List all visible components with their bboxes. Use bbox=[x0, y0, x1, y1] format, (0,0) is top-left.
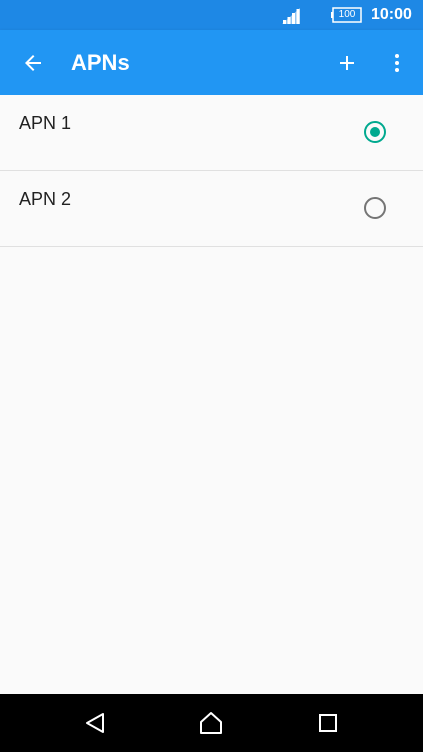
apn-name: APN 2 bbox=[19, 189, 72, 209]
apn-list-item[interactable]: APN 2 bbox=[0, 171, 423, 247]
add-apn-button[interactable] bbox=[328, 44, 366, 82]
radio-unselected-icon[interactable] bbox=[363, 196, 387, 220]
status-bar: 100 10:00 bbox=[0, 0, 423, 30]
apn-list-item[interactable]: APN 1 bbox=[0, 95, 423, 171]
nav-recent-button[interactable] bbox=[313, 708, 343, 738]
page-title: APNs bbox=[71, 50, 130, 75]
battery-level-text: 100 bbox=[338, 9, 356, 20]
triangle-back-icon bbox=[86, 713, 104, 733]
apn-name: APN 1 bbox=[19, 113, 72, 133]
radio-selected-icon[interactable] bbox=[363, 120, 387, 144]
nav-home-button[interactable] bbox=[196, 708, 226, 738]
more-options-button[interactable] bbox=[382, 44, 412, 82]
apn-list: APN 1 APN 2 bbox=[0, 95, 423, 247]
plus-icon bbox=[340, 56, 354, 70]
app-bar: APNs bbox=[0, 30, 423, 95]
square-recent-icon bbox=[319, 714, 337, 732]
navigation-bar bbox=[0, 694, 423, 752]
nav-back-button[interactable] bbox=[80, 708, 110, 738]
more-vert-icon bbox=[395, 54, 399, 72]
back-button[interactable] bbox=[14, 44, 52, 82]
home-icon bbox=[200, 712, 222, 734]
signal-icon bbox=[282, 8, 300, 24]
arrow-back-icon bbox=[25, 55, 41, 71]
status-time: 10:00 bbox=[371, 6, 412, 23]
